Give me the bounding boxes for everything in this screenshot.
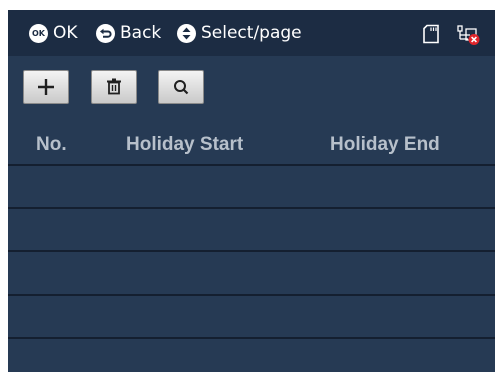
search-button[interactable] [158,70,204,104]
up-down-select-icon [177,23,196,43]
table-row[interactable] [8,164,495,166]
toolbar [8,56,495,114]
table-row[interactable] [8,294,495,296]
hint-ok: OK OK [29,10,78,56]
network-disconnected-icon [457,25,480,45]
table-row[interactable] [8,250,495,252]
delete-button[interactable] [91,70,137,104]
column-header-holiday-start: Holiday Start [126,134,244,155]
hint-back-label: Back [120,23,162,43]
holiday-screen: OK OK Back Select/page No. Holiday Start… [8,10,495,372]
hint-ok-label: OK [53,23,78,43]
sd-card-icon [423,24,439,44]
table-header: No. Holiday Start Holiday End [8,125,495,165]
search-icon [174,80,189,95]
add-button[interactable] [23,70,69,104]
hint-select-label: Select/page [201,23,302,43]
delete-icon [107,78,121,95]
hint-back: Back [96,10,161,56]
table-row[interactable] [8,207,495,209]
table-row[interactable] [8,337,495,339]
back-arrow-icon [96,23,115,43]
hint-select: Select/page [177,10,302,56]
column-header-holiday-end: Holiday End [330,134,440,155]
add-icon [38,79,54,95]
ok-button-icon: OK [29,23,48,43]
status-bar: OK OK Back Select/page [8,10,495,56]
column-header-no: No. [36,134,67,155]
